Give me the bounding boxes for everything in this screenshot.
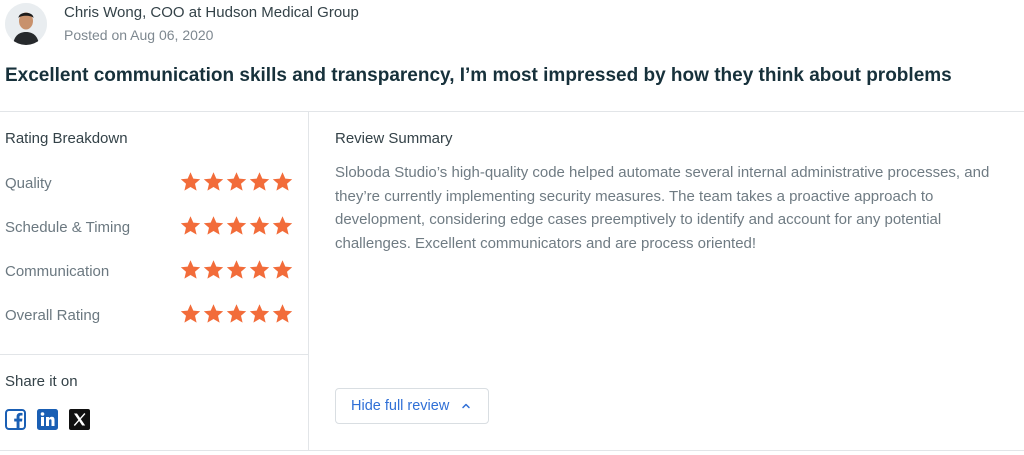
rating-label-overall: Overall Rating (5, 307, 101, 324)
divider (0, 354, 308, 355)
rating-panel (0, 112, 308, 455)
star-icon (203, 216, 224, 235)
star-icon (203, 304, 224, 323)
rating-label-schedule: Schedule & Timing (5, 219, 131, 236)
rating-stars-quality (179, 171, 294, 193)
chevron-up-icon (462, 403, 471, 409)
review-summary-text: Sloboda Studio’s high-quality code helpe… (335, 164, 990, 252)
posted-date: Posted on Aug 06, 2020 (64, 27, 214, 43)
star-icon (272, 172, 293, 191)
star-icon (180, 172, 201, 191)
star-icon (203, 260, 224, 279)
star-icon (226, 260, 247, 279)
star-icon (272, 216, 293, 235)
star-icon (226, 172, 247, 191)
rating-stars-overall (179, 303, 294, 325)
star-icon (272, 304, 293, 323)
star-icon (249, 260, 270, 279)
review-summary-title: Review Summary (335, 130, 453, 147)
rating-stars-communication (179, 259, 294, 281)
facebook-icon[interactable] (5, 409, 26, 430)
divider (0, 450, 1024, 451)
rating-breakdown-title: Rating Breakdown (5, 130, 128, 147)
x-twitter-icon[interactable] (69, 409, 90, 430)
hide-full-review-button[interactable]: Hide full review (335, 388, 489, 424)
review-header: Chris Wong, COO at Hudson Medical Group … (0, 0, 1024, 112)
star-icon (249, 172, 270, 191)
hide-full-review-label: Hide full review (351, 398, 450, 414)
author-name: Chris Wong, COO at Hudson Medical Group (64, 4, 359, 21)
rating-label-quality: Quality (5, 175, 52, 192)
star-icon (226, 304, 247, 323)
review-headline: Excellent communication skills and trans… (5, 65, 952, 86)
rating-label-communication: Communication (5, 263, 110, 280)
star-icon (226, 216, 247, 235)
star-icon (249, 216, 270, 235)
star-icon (272, 260, 293, 279)
star-icon (203, 172, 224, 191)
star-icon (180, 216, 201, 235)
star-icon (180, 260, 201, 279)
share-title: Share it on (5, 373, 78, 390)
avatar (5, 3, 47, 45)
linkedin-icon[interactable] (37, 409, 58, 430)
star-icon (249, 304, 270, 323)
star-icon (180, 304, 201, 323)
rating-stars-schedule (179, 215, 294, 237)
